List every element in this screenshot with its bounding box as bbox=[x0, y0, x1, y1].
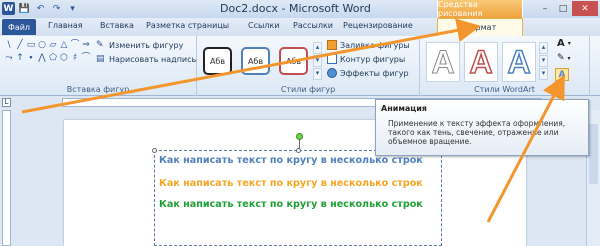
tooltip-title: Анимация bbox=[381, 104, 427, 113]
wordart-more[interactable]: ▾ bbox=[539, 68, 548, 80]
text-line-1[interactable]: Как написать текст по кругу в несколько … bbox=[159, 155, 423, 166]
shape-option-14[interactable]: ⬡ bbox=[59, 53, 69, 63]
word-logo-icon[interactable]: W bbox=[2, 2, 15, 15]
shape-option-5[interactable]: ▱ bbox=[48, 40, 58, 50]
shape-style-1[interactable]: Абв bbox=[203, 47, 232, 75]
styles-scroll-up[interactable]: ▴ bbox=[313, 42, 322, 54]
tab-references[interactable]: Ссылки bbox=[248, 21, 279, 30]
shape-option-13[interactable]: ⬠ bbox=[48, 53, 58, 63]
shape-option-4[interactable]: ○ bbox=[37, 40, 47, 50]
scroll-thumb[interactable] bbox=[589, 124, 598, 184]
paint-bucket-icon bbox=[327, 40, 337, 50]
styles-scroll-down[interactable]: ▾ bbox=[313, 55, 322, 67]
shape-outline-label: Контур фигуры bbox=[340, 54, 406, 64]
insert-shapes-label: Вставка фигур bbox=[66, 85, 130, 94]
shape-option-12[interactable]: ⋀ bbox=[37, 53, 47, 63]
wordart-scroll-up[interactable]: ▴ bbox=[539, 42, 548, 54]
shape-option-16[interactable]: ⌒ bbox=[81, 53, 91, 63]
text-line-3[interactable]: Как написать текст по кругу в несколько … bbox=[159, 199, 423, 210]
styles-more[interactable]: ▾ bbox=[313, 68, 322, 80]
shape-option-15[interactable]: ♯ bbox=[70, 53, 80, 63]
shape-style-2[interactable]: Абв bbox=[241, 47, 270, 75]
text-outline-button[interactable]: ✎ ▾ bbox=[557, 53, 571, 63]
text-effects-icon: A bbox=[558, 69, 566, 80]
redo-icon[interactable]: ↷ bbox=[50, 2, 63, 15]
minimize-button[interactable]: – bbox=[536, 1, 554, 16]
draw-textbox-button[interactable]: ▤ Нарисовать надпись bbox=[96, 54, 196, 64]
text-effects-button[interactable]: A bbox=[555, 68, 569, 81]
tab-page-layout[interactable]: Разметка страницы bbox=[146, 21, 229, 30]
shape-option-10[interactable]: ↑ bbox=[15, 53, 25, 63]
tab-selector[interactable]: L bbox=[2, 98, 11, 107]
text-outline-icon: ✎ bbox=[557, 53, 565, 63]
shape-option-7[interactable]: ⌒ bbox=[70, 40, 80, 50]
group-shape-styles: Абв Абв Абв ▴ ▾ ▾ Заливка фигуры Контур … bbox=[197, 36, 420, 96]
shape-option-9[interactable]: ⤳ bbox=[4, 53, 14, 63]
effects-icon bbox=[327, 68, 337, 78]
tab-insert[interactable]: Вставка bbox=[100, 21, 134, 30]
shape-effects-label: Эффекты фигур bbox=[340, 68, 409, 78]
shape-effects-button[interactable]: Эффекты фигур bbox=[327, 68, 409, 78]
shape-style-3[interactable]: Абв bbox=[279, 47, 308, 75]
shape-option-8[interactable]: ⇒ bbox=[81, 40, 91, 50]
resize-handle-t[interactable] bbox=[296, 148, 301, 153]
drawing-tools-header: Средства рисования bbox=[437, 0, 523, 18]
undo-icon[interactable]: ↶ bbox=[34, 2, 47, 15]
edit-shape-icon: ✎ bbox=[96, 40, 104, 50]
text-line-2[interactable]: Как написать текст по кругу в несколько … bbox=[159, 178, 423, 189]
shape-styles-label: Стили фигур bbox=[280, 85, 336, 94]
draw-textbox-label: Нарисовать надпись bbox=[109, 54, 197, 64]
title-bar: W 💾 ↶ ↷ ▾ Doc2.docx - Microsoft Word Сре… bbox=[0, 0, 600, 18]
customize-qat-icon[interactable]: ▾ bbox=[66, 2, 79, 15]
wordart-styles-label: Стили WordArt bbox=[474, 85, 535, 94]
text-fill-button[interactable]: A ▾ bbox=[557, 38, 571, 49]
rotation-handle[interactable] bbox=[296, 133, 303, 140]
ribbon-tabs: Файл Главная Вставка Разметка страницы С… bbox=[0, 18, 600, 36]
close-button[interactable]: ✕ bbox=[572, 1, 598, 16]
text-box[interactable]: Как написать текст по кругу в несколько … bbox=[152, 133, 442, 246]
quick-access-toolbar: W 💾 ↶ ↷ ▾ bbox=[2, 2, 79, 15]
tab-mailings[interactable]: Рассылки bbox=[293, 21, 333, 30]
shape-fill-label: Заливка фигуры bbox=[340, 40, 410, 50]
maximize-button[interactable]: □ bbox=[554, 1, 572, 16]
window-title: Doc2.docx - Microsoft Word bbox=[220, 2, 371, 15]
vertical-ruler[interactable] bbox=[2, 110, 11, 246]
resize-handle-tl[interactable] bbox=[152, 148, 157, 153]
group-wordart-styles: A A A ▴ ▾ ▾ A ▾ ✎ ▾ A Стили WordArt bbox=[420, 36, 590, 96]
shapes-gallery: \ ╱ ▭ ○ ▱ △ ⌒ ⇒ ⤳ ↑ ∙ ⋀ ⬠ ⬡ ♯ ⌒ bbox=[4, 40, 92, 63]
shape-option-3[interactable]: ▭ bbox=[26, 40, 36, 50]
window-controls: – □ ✕ bbox=[536, 1, 598, 16]
edit-shape-button[interactable]: ✎ Изменить фигуру bbox=[96, 40, 183, 50]
shape-fill-button[interactable]: Заливка фигуры bbox=[327, 40, 410, 50]
shape-outline-button[interactable]: Контур фигуры bbox=[327, 54, 405, 64]
tab-format[interactable]: Формат bbox=[437, 18, 523, 36]
pen-outline-icon bbox=[327, 54, 337, 64]
wordart-style-2[interactable]: A bbox=[464, 42, 498, 82]
tab-home[interactable]: Главная bbox=[48, 21, 83, 30]
shape-option-1[interactable]: \ bbox=[4, 40, 14, 50]
shape-option-2[interactable]: ╱ bbox=[15, 40, 25, 50]
shape-option-6[interactable]: △ bbox=[59, 40, 69, 50]
text-fill-icon: A bbox=[557, 38, 565, 49]
textbox-icon: ▤ bbox=[96, 54, 105, 64]
ribbon: \ ╱ ▭ ○ ▱ △ ⌒ ⇒ ⤳ ↑ ∙ ⋀ ⬠ ⬡ ♯ ⌒ ✎ Изменить фигуру ▤ Нар… bbox=[0, 36, 600, 96]
tab-review[interactable]: Рецензирование bbox=[343, 21, 413, 30]
save-icon[interactable]: 💾 bbox=[18, 2, 31, 15]
wordart-style-3[interactable]: A bbox=[502, 42, 536, 82]
shape-option-11[interactable]: ∙ bbox=[26, 53, 36, 63]
group-insert-shapes: \ ╱ ▭ ○ ▱ △ ⌒ ⇒ ⤳ ↑ ∙ ⋀ ⬠ ⬡ ♯ ⌒ ✎ Изменить фигуру ▤ Нар… bbox=[0, 36, 197, 96]
animation-tooltip: Анимация Применение к тексту эффекта офо… bbox=[375, 99, 589, 156]
tab-file[interactable]: Файл bbox=[2, 19, 36, 35]
edit-shape-label: Изменить фигуру bbox=[109, 40, 184, 50]
tooltip-body: Применение к тексту эффекта оформления, … bbox=[388, 119, 566, 146]
wordart-scroll-down[interactable]: ▾ bbox=[539, 55, 548, 67]
wordart-style-1[interactable]: A bbox=[426, 42, 460, 82]
